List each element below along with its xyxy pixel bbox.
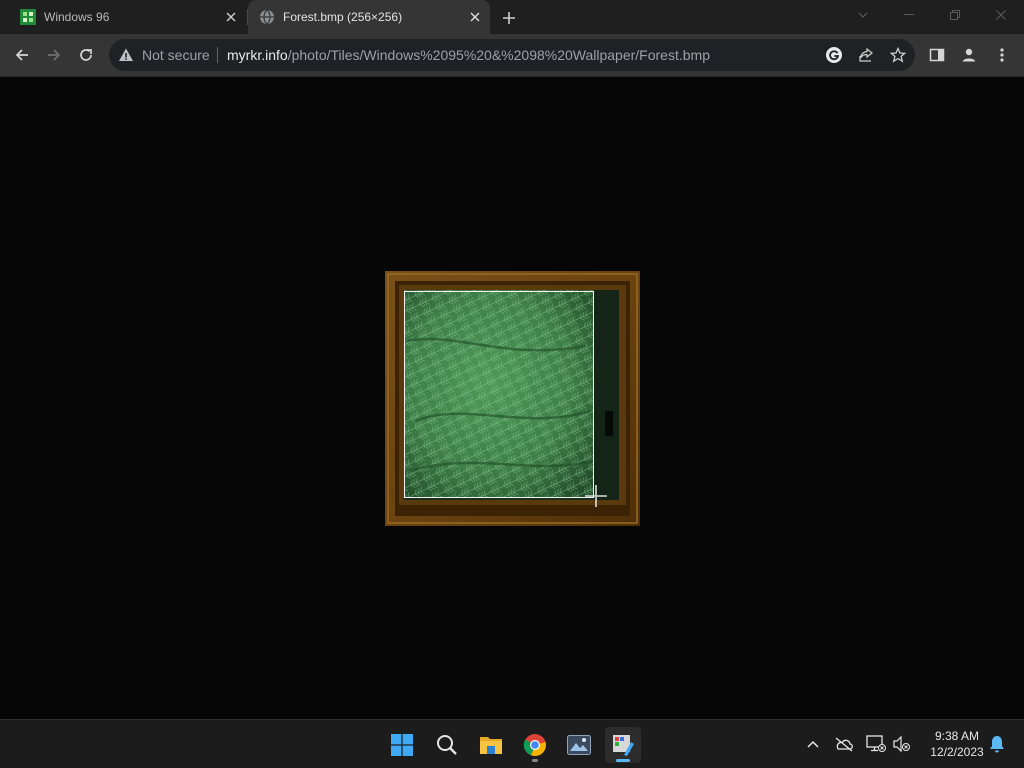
taskbar-paint[interactable] xyxy=(605,727,641,763)
photos-icon xyxy=(567,735,591,755)
volume-muted-icon[interactable] xyxy=(892,734,912,754)
paint-icon xyxy=(611,733,635,757)
clock-date: 12/2/2023 xyxy=(930,745,984,759)
start-icon xyxy=(391,734,413,756)
running-indicator xyxy=(532,759,538,762)
url-host: myrkr.info xyxy=(227,47,288,63)
share-icon[interactable] xyxy=(857,46,875,64)
crosshair-cursor-icon xyxy=(585,485,607,512)
back-button[interactable] xyxy=(9,42,35,68)
notification-bell-icon[interactable] xyxy=(987,734,1007,754)
taskbar-photos[interactable] xyxy=(561,727,597,763)
taskbar-chrome[interactable] xyxy=(517,727,553,763)
close-window-button[interactable] xyxy=(978,0,1024,30)
start-button[interactable] xyxy=(384,727,420,763)
tab-title: Windows 96 xyxy=(44,10,110,24)
taskbar-file-explorer[interactable] xyxy=(473,727,509,763)
forward-button[interactable] xyxy=(41,42,67,68)
active-indicator xyxy=(616,759,630,762)
tab-forest-bmp[interactable]: Forest.bmp (256×256) xyxy=(248,0,490,34)
restore-button[interactable] xyxy=(932,0,978,30)
url-text[interactable]: myrkr.info/photo/Tiles/Windows%2095%20&%… xyxy=(227,47,710,63)
tab-windows96[interactable]: Windows 96 xyxy=(8,0,246,34)
tab-title: Forest.bmp (256×256) xyxy=(283,10,403,24)
browser-toolbar: Not secure myrkr.info/photo/Tiles/Window… xyxy=(0,34,1024,77)
menu-kebab-icon[interactable] xyxy=(989,42,1015,68)
security-label[interactable]: Not secure xyxy=(142,47,210,63)
onedrive-offline-icon[interactable] xyxy=(834,734,854,754)
globe-icon xyxy=(259,9,275,25)
reload-button[interactable] xyxy=(73,42,99,68)
minimize-button[interactable] xyxy=(886,0,932,30)
system-clock[interactable]: 9:38 AM 12/2/2023 xyxy=(918,728,996,760)
google-lens-icon[interactable] xyxy=(825,46,843,64)
clock-time: 9:38 AM xyxy=(934,729,980,743)
tab-search-icon[interactable] xyxy=(840,0,886,30)
page-viewport xyxy=(0,78,1024,719)
search-icon xyxy=(436,734,458,756)
network-monitor-icon[interactable] xyxy=(866,734,886,754)
bookmark-star-icon[interactable] xyxy=(889,46,907,64)
close-tab-icon[interactable] xyxy=(222,8,240,26)
windows96-favicon xyxy=(20,9,36,25)
warning-icon[interactable] xyxy=(118,47,134,63)
address-bar[interactable]: Not secure myrkr.info/photo/Tiles/Window… xyxy=(109,39,915,71)
taskbar: 9:38 AM 12/2/2023 xyxy=(0,719,1024,768)
tab-strip: Windows 96 Forest.bmp (256×256) xyxy=(0,0,1024,34)
profile-icon[interactable] xyxy=(956,42,982,68)
close-tab-icon[interactable] xyxy=(466,8,484,26)
selection-rectangle xyxy=(404,291,594,498)
taskbar-search-button[interactable] xyxy=(429,727,465,763)
file-explorer-icon xyxy=(479,734,503,756)
new-tab-button[interactable] xyxy=(499,8,519,28)
side-panel-icon[interactable] xyxy=(924,42,950,68)
show-hidden-icons-chevron-up-icon[interactable] xyxy=(803,734,823,754)
omnibox-divider xyxy=(217,47,218,63)
chrome-icon xyxy=(523,733,547,757)
url-path: /photo/Tiles/Windows%2095%20&%2098%20Wal… xyxy=(287,47,710,63)
